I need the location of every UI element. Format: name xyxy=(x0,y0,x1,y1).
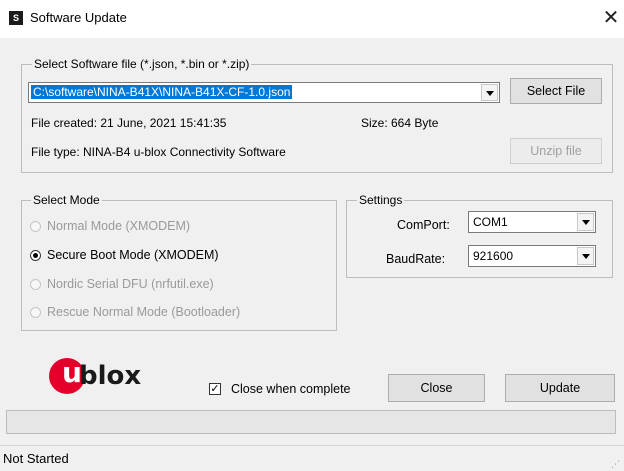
settings-group-label: Settings xyxy=(357,193,405,207)
file-type-text: File type: NINA-B4 u-blox Connectivity S… xyxy=(31,145,286,159)
chevron-down-icon[interactable] xyxy=(577,247,594,265)
mode-option[interactable]: Nordic Serial DFU (nrfutil.exe) xyxy=(30,277,280,293)
status-text: Not Started xyxy=(3,451,69,466)
ublox-logo-text: blox xyxy=(79,361,142,391)
file-created-text: File created: 21 June, 2021 15:41:35 xyxy=(31,116,227,130)
baudrate-select[interactable]: 921600 xyxy=(468,245,596,267)
unzip-file-button[interactable]: Unzip file xyxy=(510,138,602,164)
window-title: Software Update xyxy=(30,10,127,25)
radio-icon[interactable] xyxy=(30,307,41,318)
chevron-down-icon[interactable] xyxy=(481,84,498,101)
baudrate-label: BaudRate: xyxy=(386,252,446,266)
file-size-text: Size: 664 Byte xyxy=(361,116,439,130)
mode-option-label: Nordic Serial DFU (nrfutil.exe) xyxy=(47,277,214,291)
baudrate-value: 921600 xyxy=(473,249,514,263)
close-when-complete[interactable]: ✓ Close when complete xyxy=(209,382,379,398)
title-bar: S Software Update ✕ xyxy=(0,0,624,38)
mode-option[interactable]: Secure Boot Mode (XMODEM) xyxy=(30,248,280,264)
comport-value: COM1 xyxy=(473,215,508,229)
close-button[interactable]: Close xyxy=(388,374,485,402)
mode-group-label: Select Mode xyxy=(31,193,102,207)
close-when-complete-label: Close when complete xyxy=(231,382,351,396)
file-group-label: Select Software file (*.json, *.bin or *… xyxy=(32,57,252,71)
file-path-combo[interactable]: C:\software\NINA-B41X\NINA-B41X-CF-1.0.j… xyxy=(28,82,500,103)
mode-option-label: Normal Mode (XMODEM) xyxy=(47,219,191,233)
close-icon[interactable]: ✕ xyxy=(600,6,622,30)
select-file-button[interactable]: Select File xyxy=(510,78,602,104)
radio-icon[interactable] xyxy=(30,279,41,290)
comport-select[interactable]: COM1 xyxy=(468,211,596,233)
chevron-down-icon[interactable] xyxy=(577,213,594,231)
update-button[interactable]: Update xyxy=(505,374,615,402)
mode-option[interactable]: Rescue Normal Mode (Bootloader) xyxy=(30,305,310,321)
radio-selected-icon[interactable] xyxy=(30,250,41,261)
check-icon[interactable]: ✓ xyxy=(209,383,221,395)
comport-label: ComPort: xyxy=(397,218,450,232)
ublox-logo: u blox xyxy=(49,356,169,396)
radio-icon[interactable] xyxy=(30,221,41,232)
progress-bar xyxy=(6,410,616,434)
status-bar: Not Started ⋰ xyxy=(0,445,624,471)
mode-option[interactable]: Normal Mode (XMODEM) xyxy=(30,219,280,235)
file-path-value[interactable]: C:\software\NINA-B41X\NINA-B41X-CF-1.0.j… xyxy=(31,85,293,99)
mode-option-label: Secure Boot Mode (XMODEM) xyxy=(47,248,219,262)
mode-option-label: Rescue Normal Mode (Bootloader) xyxy=(47,305,241,319)
resize-grip-icon[interactable]: ⋰ xyxy=(611,459,620,470)
app-icon: S xyxy=(9,11,23,25)
